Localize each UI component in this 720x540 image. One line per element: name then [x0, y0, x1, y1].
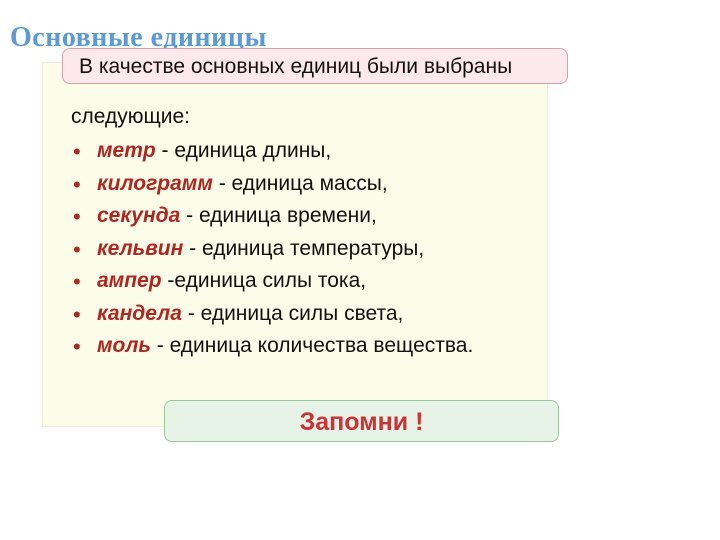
- list-item: секунда - единица времени,: [73, 200, 547, 233]
- list-item: моль - единица количества вещества.: [73, 330, 547, 363]
- unit-desc: - единица силы света,: [182, 302, 403, 325]
- list-item: кандела - единица силы света,: [73, 298, 547, 331]
- unit-desc: -единица силы тока,: [162, 269, 367, 292]
- unit-name: ампер: [97, 269, 162, 292]
- list-item: кельвин - единица температуры,: [73, 233, 547, 266]
- unit-name: моль: [97, 334, 151, 357]
- unit-name: секунда: [97, 204, 180, 227]
- unit-desc: - единица длины,: [156, 139, 332, 162]
- list-item: ампер -единица силы тока,: [73, 265, 547, 298]
- unit-desc: - единица количества вещества.: [151, 334, 473, 357]
- list-item: килограмм - единица массы,: [73, 168, 547, 201]
- remember-banner: Запомни !: [164, 400, 559, 442]
- units-list: метр - единица длины, килограмм - единиц…: [73, 135, 547, 363]
- unit-name: кандела: [97, 302, 182, 325]
- intro-continuation: следующие:: [71, 105, 547, 129]
- unit-name: килограмм: [97, 172, 213, 195]
- unit-name: кельвин: [97, 237, 183, 260]
- unit-desc: - единица температуры,: [183, 237, 424, 260]
- content-card: следующие: метр - единица длины, килогра…: [42, 62, 548, 427]
- unit-desc: - единица времени,: [180, 204, 377, 227]
- unit-name: метр: [97, 139, 156, 162]
- unit-desc: - единица массы,: [213, 172, 388, 195]
- list-item: метр - единица длины,: [73, 135, 547, 168]
- intro-banner: В качестве основных единиц были выбраны: [62, 48, 568, 84]
